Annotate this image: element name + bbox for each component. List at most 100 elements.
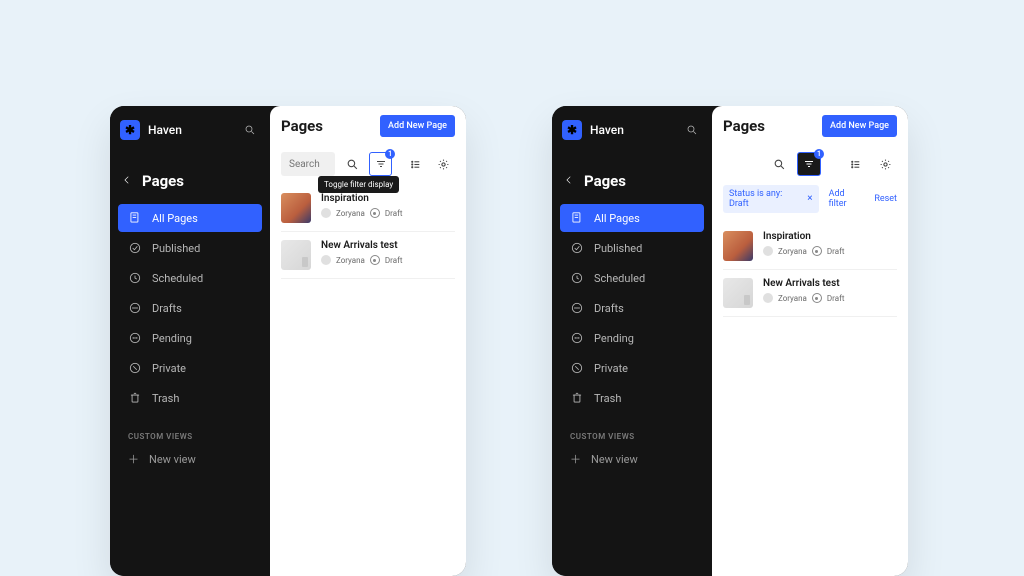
remove-filter-icon[interactable]: × [807, 194, 812, 204]
sidebar-item-label: Private [152, 362, 186, 375]
sidebar-item-pending[interactable]: Pending [118, 324, 262, 352]
filter-toggle-button[interactable]: 1 [369, 152, 392, 176]
new-view-button[interactable]: ＋ New view [110, 447, 270, 471]
page-status: Draft [385, 209, 403, 218]
brand-logo[interactable]: ✱ [562, 120, 582, 140]
pages-icon [128, 211, 142, 225]
view-options-icon[interactable] [404, 152, 426, 176]
sidebar-item-label: Drafts [152, 302, 182, 315]
filter-row: Status is any: Draft × Add filter Reset [712, 185, 908, 223]
filter-chip[interactable]: Status is any: Draft × [723, 185, 819, 213]
sidebar-item-scheduled[interactable]: Scheduled [560, 264, 704, 292]
brand-name: Haven [590, 123, 624, 137]
sidebar-header: Pages [552, 146, 712, 200]
sidebar-item-published[interactable]: Published [118, 234, 262, 262]
new-view-button[interactable]: ＋ New view [552, 447, 712, 471]
page-status: Draft [827, 247, 845, 256]
settings-icon[interactable] [873, 152, 897, 176]
custom-views-header: CUSTOM VIEWS [110, 414, 270, 447]
filter-count-badge: 1 [814, 149, 824, 159]
global-search-icon[interactable] [682, 120, 702, 140]
search-input[interactable] [723, 152, 761, 176]
lock-icon [570, 361, 584, 375]
avatar-icon [321, 208, 331, 218]
sidebar-item-all-pages[interactable]: All Pages [560, 204, 704, 232]
page-thumbnail [723, 278, 753, 308]
page-status: Draft [385, 256, 403, 265]
view-options-icon[interactable] [843, 152, 867, 176]
content-panel: Pages Add New Page 1 Status is any: Draf… [712, 106, 908, 576]
sidebar-item-published[interactable]: Published [560, 234, 704, 262]
search-icon-button[interactable] [341, 152, 363, 176]
sidebar-item-label: Trash [152, 392, 179, 405]
back-icon[interactable] [564, 174, 574, 188]
page-thumbnail [281, 240, 311, 270]
content-header: Pages Add New Page [712, 106, 908, 146]
toolbar: 1 Toggle filter display [270, 146, 466, 185]
clock-icon [570, 271, 584, 285]
avatar-icon [763, 293, 773, 303]
sidebar-item-trash[interactable]: Trash [560, 384, 704, 412]
draft-icon [570, 301, 584, 315]
sidebar-item-label: Drafts [594, 302, 624, 315]
filter-count-badge: 1 [385, 149, 395, 159]
pending-icon [128, 331, 142, 345]
add-new-page-button[interactable]: Add New Page [822, 115, 897, 137]
reset-filter-link[interactable]: Reset [874, 194, 897, 204]
status-icon [370, 255, 380, 265]
global-search-icon[interactable] [240, 120, 260, 140]
sidebar-item-private[interactable]: Private [560, 354, 704, 382]
back-icon[interactable] [122, 174, 132, 188]
page-title: Pages [281, 117, 323, 135]
page-item-title: Inspiration [763, 231, 844, 242]
sidebar-item-label: All Pages [152, 212, 198, 225]
brand-logo[interactable]: ✱ [120, 120, 140, 140]
check-circle-icon [128, 241, 142, 255]
filter-chip-label: Status is any: Draft [729, 189, 803, 209]
add-new-page-button[interactable]: Add New Page [380, 115, 455, 137]
sidebar-list: All Pages Published Scheduled Drafts Pen… [552, 200, 712, 414]
add-filter-link[interactable]: Add filter [829, 189, 865, 209]
brand-row: ✱ Haven [110, 114, 270, 146]
plus-icon: ＋ [570, 451, 581, 467]
page-list: Inspiration Zoryana Draft New Arrivals t… [270, 185, 466, 279]
search-input[interactable] [281, 152, 335, 176]
content-panel: Pages Add New Page 1 Toggle filter displ… [270, 106, 466, 576]
avatar-icon [321, 255, 331, 265]
search-icon-button[interactable] [767, 152, 791, 176]
page-item-title: New Arrivals test [321, 240, 402, 251]
page-row[interactable]: New Arrivals test Zoryana Draft [281, 232, 455, 279]
page-row[interactable]: Inspiration Zoryana Draft [723, 223, 897, 270]
sidebar-title: Pages [584, 172, 626, 190]
filter-toggle-button[interactable]: 1 [797, 152, 821, 176]
sidebar-item-label: Scheduled [152, 272, 203, 285]
new-view-label: New view [149, 453, 196, 466]
page-status: Draft [827, 294, 845, 303]
sidebar-item-label: Published [594, 242, 642, 255]
sidebar-item-all-pages[interactable]: All Pages [118, 204, 262, 232]
sidebar-item-label: Trash [594, 392, 621, 405]
custom-views-header: CUSTOM VIEWS [552, 414, 712, 447]
draft-icon [128, 301, 142, 315]
page-author: Zoryana [778, 247, 807, 256]
sidebar-item-drafts[interactable]: Drafts [118, 294, 262, 322]
sidebar-item-drafts[interactable]: Drafts [560, 294, 704, 322]
content-header: Pages Add New Page [270, 106, 466, 146]
check-circle-icon [570, 241, 584, 255]
sidebar-item-label: Published [152, 242, 200, 255]
clock-icon [128, 271, 142, 285]
page-row[interactable]: New Arrivals test Zoryana Draft [723, 270, 897, 317]
page-author: Zoryana [336, 209, 365, 218]
sidebar-item-private[interactable]: Private [118, 354, 262, 382]
page-thumbnail [723, 231, 753, 261]
sidebar-header: Pages [110, 146, 270, 200]
sidebar: ✱ Haven Pages All Pages Published Sc [552, 106, 712, 576]
settings-icon[interactable] [433, 152, 455, 176]
page-thumbnail [281, 193, 311, 223]
trash-icon [128, 391, 142, 405]
sidebar-item-scheduled[interactable]: Scheduled [118, 264, 262, 292]
page-list: Inspiration Zoryana Draft New Arrivals t… [712, 223, 908, 317]
sidebar-item-trash[interactable]: Trash [118, 384, 262, 412]
sidebar-item-pending[interactable]: Pending [560, 324, 704, 352]
page-item-title: New Arrivals test [763, 278, 844, 289]
